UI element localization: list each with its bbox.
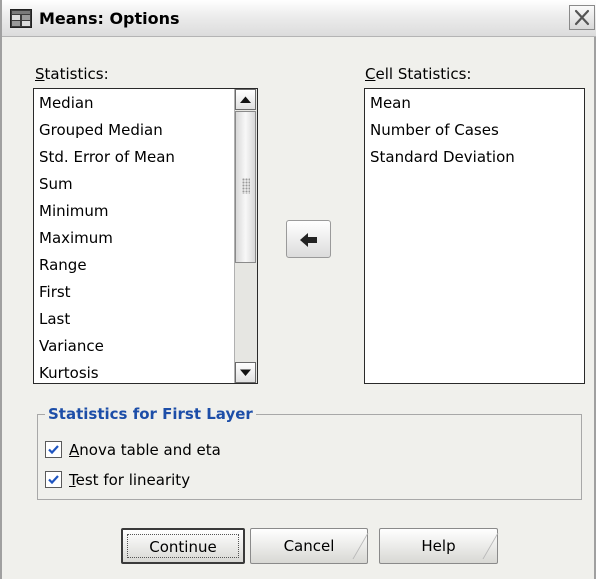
help-button-label: Help: [421, 537, 456, 555]
statistics-list-item[interactable]: Maximum: [34, 225, 235, 252]
grip-icon: [242, 178, 250, 194]
statistics-listbox[interactable]: Median Grouped Median Std. Error of Mean Su…: [33, 88, 258, 384]
checkmark-icon: [48, 445, 59, 455]
statistics-list-item[interactable]: First: [34, 279, 235, 306]
statistics-list-item[interactable]: Minimum: [34, 198, 235, 225]
statistics-list-item[interactable]: Variance: [34, 333, 235, 360]
statistics-label: Statistics:: [35, 65, 109, 83]
cell-statistics-list-item[interactable]: Mean: [365, 90, 580, 117]
statistics-list-item[interactable]: Range: [34, 252, 235, 279]
arrow-down-icon: [240, 369, 251, 376]
move-right-button[interactable]: [286, 220, 331, 258]
cell-statistics-list-item[interactable]: Number of Cases: [365, 117, 580, 144]
statistics-list-item[interactable]: Sum: [34, 171, 235, 198]
statistics-list-item[interactable]: Grouped Median: [34, 117, 235, 144]
anova-checkbox[interactable]: [45, 441, 62, 458]
anova-checkbox-label: Anova table and eta: [69, 441, 221, 459]
statistics-list-item[interactable]: Std. Error of Mean: [34, 144, 235, 171]
cell-statistics-listbox[interactable]: Mean Number of Cases Standard Deviation: [364, 88, 585, 384]
cell-statistics-list-item[interactable]: Standard Deviation: [365, 144, 580, 171]
checkmark-icon: [48, 475, 59, 485]
spss-window-icon: [10, 9, 32, 28]
scroll-down-button[interactable]: [235, 362, 256, 383]
cell-statistics-label: Cell Statistics:: [365, 65, 472, 83]
statistics-scrollbar[interactable]: [234, 89, 257, 383]
scroll-thumb[interactable]: [235, 111, 256, 263]
arrow-up-icon: [240, 96, 251, 103]
continue-button-label: Continue: [149, 538, 217, 556]
title-bar[interactable]: Means: Options: [2, 0, 596, 37]
button-shine: [332, 533, 369, 559]
scroll-up-button[interactable]: [235, 89, 256, 110]
statistics-list-item[interactable]: Kurtosis: [34, 360, 235, 383]
linearity-checkbox-row[interactable]: Test for linearity: [45, 470, 305, 490]
continue-button[interactable]: Continue: [121, 528, 245, 564]
close-icon: [574, 9, 590, 26]
right-arrow-icon: [300, 233, 317, 247]
help-button[interactable]: Help: [379, 528, 499, 564]
window-title: Means: Options: [39, 9, 180, 28]
cancel-button-label: Cancel: [283, 537, 335, 555]
first-layer-title: Statistics for First Layer: [45, 405, 256, 423]
statistics-list-item[interactable]: Last: [34, 306, 235, 333]
close-button[interactable]: [569, 5, 595, 30]
statistics-list-item[interactable]: Median: [34, 90, 235, 117]
cancel-button[interactable]: Cancel: [250, 528, 369, 564]
linearity-checkbox-label: Test for linearity: [69, 471, 191, 489]
means-options-dialog: Means: Options Statistics: Median Grouped…: [0, 0, 596, 579]
anova-checkbox-row[interactable]: Anova table and eta: [45, 440, 305, 460]
linearity-checkbox[interactable]: [45, 471, 62, 488]
button-shine: [462, 533, 499, 559]
